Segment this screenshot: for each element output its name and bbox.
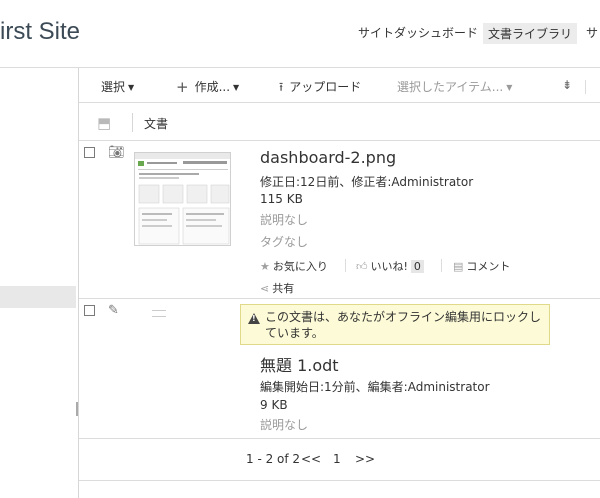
nav-more[interactable]: サ — [586, 24, 598, 41]
document-thumbnail-icon[interactable] — [152, 310, 166, 317]
column-header-document[interactable]: 文書 — [144, 115, 168, 132]
share-icon: ⋖ — [260, 282, 270, 295]
item-description: 説明なし — [260, 418, 309, 432]
warning-icon — [248, 313, 260, 324]
item-tags: タグなし — [260, 235, 309, 249]
favorite-button[interactable]: ★ お気に入り — [260, 258, 328, 274]
like-label: いいね! — [370, 260, 408, 273]
thumbnail-image[interactable] — [134, 152, 231, 246]
star-icon: ★ — [260, 260, 270, 273]
upload-icon: ⭱ — [279, 80, 284, 94]
favorite-label: お気に入り — [272, 260, 328, 273]
nav-site-dashboard[interactable]: サイトダッシュボード — [358, 24, 478, 41]
sidebar-divider[interactable] — [78, 68, 79, 498]
comment-icon: ▤ — [453, 260, 464, 273]
item-description: 説明なし — [260, 213, 309, 227]
lock-notice-text: この文書は、あなたがオフライン編集用にロックしています。 — [265, 310, 542, 340]
header-separator — [132, 113, 133, 132]
resize-handle[interactable] — [76, 402, 78, 416]
folder-up-icon[interactable]: ⬒ — [97, 114, 111, 132]
pencil-icon: ✎ — [108, 303, 119, 318]
share-label: 共有 — [272, 282, 295, 295]
caret-down-icon: ▼ — [128, 83, 135, 92]
upload-button[interactable]: ⭱ アップロード — [279, 78, 361, 99]
toolbar-separator — [585, 80, 586, 94]
caret-down-icon: ▼ — [233, 83, 240, 92]
footer-divider — [79, 480, 600, 481]
item-checkbox[interactable] — [84, 305, 95, 316]
site-title[interactable]: irst Site — [0, 18, 80, 46]
action-separator — [345, 259, 346, 272]
item-checkbox[interactable] — [84, 147, 95, 158]
header-divider — [0, 67, 600, 68]
item-modified: 修正日:12日前、修正者:Administrator — [260, 175, 474, 189]
selected-items-label: 選択したアイテム... — [397, 80, 504, 94]
like-button[interactable]: 👍︎ いいね! 0 — [356, 258, 424, 274]
select-label: 選択 — [101, 80, 126, 94]
item-size: 9 KB — [260, 398, 288, 412]
plus-icon: + — [176, 78, 189, 96]
camera-icon: 📷︎ — [108, 145, 125, 160]
item-name-link[interactable]: 無題 1.odt — [260, 352, 339, 376]
pagination-prev[interactable]: << — [301, 452, 321, 466]
selected-items-menu[interactable]: 選択したアイテム... ▼ — [397, 78, 512, 95]
item-name-link[interactable]: dashboard-2.png — [260, 148, 396, 167]
create-menu-button[interactable]: + 作成... ▼ — [176, 78, 239, 96]
thumbs-up-icon: 👍︎ — [356, 260, 368, 273]
share-button[interactable]: ⋖ 共有 — [260, 280, 294, 296]
pagination-range: 1 - 2 of 2 — [246, 452, 301, 466]
select-menu-button[interactable]: 選択 ▼ — [101, 78, 134, 95]
column-header-divider — [79, 140, 600, 141]
action-separator — [441, 259, 442, 272]
nav-document-library[interactable]: 文書ライブラリ — [483, 23, 578, 44]
row-divider — [79, 298, 600, 299]
upload-label: アップロード — [289, 80, 362, 94]
caret-down-icon: ▼ — [506, 83, 513, 92]
dashboard-thumbnail — [135, 153, 230, 245]
sort-icon[interactable]: ⇟ — [562, 78, 572, 92]
like-count-badge: 0 — [410, 260, 424, 273]
sidebar-selected-item[interactable] — [0, 286, 76, 308]
comment-button[interactable]: ▤ コメント — [453, 258, 510, 274]
comment-label: コメント — [466, 260, 511, 273]
row-divider — [79, 438, 600, 439]
pagination-next[interactable]: >> — [355, 452, 375, 466]
toolbar-divider — [79, 102, 600, 103]
pagination-page[interactable]: 1 — [333, 452, 341, 466]
create-label: 作成... — [194, 80, 231, 94]
item-size: 115 KB — [260, 192, 303, 206]
item-editing: 編集開始日:1分前、編集者:Administrator — [260, 380, 490, 394]
